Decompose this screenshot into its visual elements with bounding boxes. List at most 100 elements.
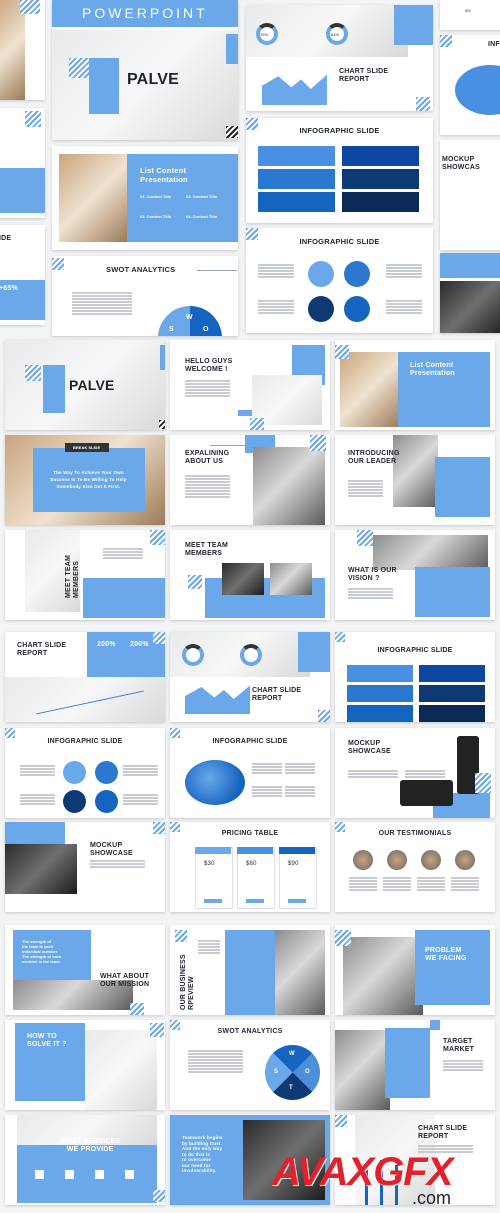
slide-services[interactable]: WHAT SERVICES WE PROVIDE — [5, 1115, 165, 1205]
text-placeholder-line — [451, 886, 479, 888]
collage-slide-right-page[interactable]: 5/5 — [440, 0, 500, 30]
watermark-suffix: .com — [412, 1188, 452, 1208]
slide-title: PALVE — [69, 377, 115, 393]
collage-slide-chart[interactable]: 75% 64% CHART SLIDE REPORT — [246, 5, 433, 111]
photo — [5, 677, 165, 722]
service-icon — [125, 1170, 134, 1179]
photo — [343, 937, 423, 1015]
infographic-block — [258, 169, 335, 189]
collage-slide-infographic[interactable]: INFOGRAPHIC SLIDE — [246, 118, 433, 223]
collage-slide-left-photo[interactable] — [0, 0, 45, 100]
text-placeholder-line — [451, 877, 479, 879]
slide-infographic-blocks[interactable]: INFOGRAPHIC SLIDE — [335, 632, 495, 722]
text-placeholder-line — [72, 313, 132, 315]
slide-meet-team-vertical[interactable]: MEET TEAM MEMBERS — [5, 530, 165, 620]
infographic-block — [258, 146, 335, 166]
text-placeholder-line — [418, 1145, 473, 1147]
slide-pricing-table[interactable]: PRICING TABLE $30 $60 $90 — [170, 822, 330, 912]
hatch-pattern — [5, 728, 15, 738]
text-placeholder-line — [348, 486, 383, 488]
slide-chart-report-area[interactable]: CHART SLIDE REPORT — [170, 632, 330, 722]
collage-slide-left-chart[interactable]: IDE +65% — [0, 225, 45, 325]
select-button — [288, 899, 306, 903]
collage-slide-infographic-circles[interactable]: INFOGRAPHIC SLIDE — [246, 228, 433, 333]
slide-title: List Content Presentation — [140, 166, 188, 184]
swot-circle — [253, 1033, 330, 1110]
text-placeholder-line — [417, 877, 445, 879]
text-placeholder-line — [90, 863, 145, 865]
text-placeholder-line — [252, 763, 282, 765]
collage-slide-powerpoint[interactable]: POWERPOINT PALVE — [52, 0, 238, 140]
photo — [85, 1030, 157, 1110]
text-placeholder-line — [443, 1060, 483, 1062]
text-placeholder-line — [348, 776, 398, 778]
slide-infographic-circles[interactable]: INFOGRAPHIC SLIDE — [5, 728, 165, 818]
service-icon — [35, 1170, 44, 1179]
collage-slide-right-photo[interactable] — [440, 253, 500, 333]
slide-target-market[interactable]: TARGET MARKET — [335, 1020, 495, 1110]
slide-how-to-solve[interactable]: HOW TO SOLVE IT ? — [5, 1020, 165, 1110]
text-placeholder-line — [405, 776, 445, 778]
swot-letter: W — [289, 1051, 295, 1057]
text-placeholder-line — [417, 886, 445, 888]
slide-title: WHAT IS OUR VISION ? — [348, 567, 397, 582]
hatch-pattern — [150, 1023, 164, 1037]
hatch-pattern — [335, 632, 345, 642]
text-placeholder-line — [185, 392, 230, 394]
slide-break-slide[interactable]: BREAK SLIDE The Way To Achieve Your Own S… — [5, 435, 165, 525]
slide-meet-team-members[interactable]: MEET TEAM MEMBERS — [170, 530, 330, 620]
text-placeholder-line — [349, 886, 377, 888]
blue-panel — [43, 365, 65, 413]
text-placeholder-line — [383, 877, 411, 879]
collage-slide-swot[interactable]: SWOT ANALYTICS W S O — [52, 256, 238, 336]
select-button — [246, 899, 264, 903]
infographic-circle — [308, 261, 334, 287]
text-placeholder-line — [348, 489, 383, 491]
text-placeholder-line — [386, 303, 422, 305]
hatch-pattern — [335, 1115, 347, 1127]
break-label: BREAK SLIDE — [73, 445, 101, 450]
text-placeholder-line — [185, 490, 230, 492]
collage-slide-right-mockup[interactable]: MOCKUP SHOWCAS — [440, 140, 500, 250]
slide-hello-welcome[interactable]: HELLO GUYS WELCOME ! — [170, 340, 330, 430]
slide-swot-analytics[interactable]: SWOT ANALYTICS W S O T — [170, 1020, 330, 1110]
collage-slide-right-infographic[interactable]: INF — [440, 35, 500, 135]
slide-mockup-phone[interactable]: MOCKUP SHOWCASE — [335, 728, 495, 818]
slide-title: MEET TEAM MEMBERS — [65, 554, 80, 598]
hatch-pattern — [159, 420, 165, 429]
photo — [270, 563, 312, 595]
text-placeholder-line — [185, 395, 230, 397]
text-placeholder-line — [185, 487, 230, 489]
slide-list-content[interactable]: List Content Presentation — [335, 340, 495, 430]
hatch-pattern — [335, 345, 349, 359]
collage-slide-list-content[interactable]: List Content Presentation 01. Content Tit… — [52, 146, 238, 250]
text-placeholder-line — [258, 309, 294, 311]
collage-slide-left-info[interactable] — [0, 108, 45, 218]
photo — [222, 563, 264, 595]
slide-palve[interactable]: PALVE — [5, 340, 165, 430]
text-placeholder-line — [348, 588, 393, 590]
hatch-pattern — [440, 35, 452, 47]
slide-problem-facing[interactable]: PROBLEM WE FACING — [335, 925, 495, 1015]
swot-letter: O — [305, 1069, 310, 1075]
text-placeholder-line — [20, 800, 55, 802]
avatar — [455, 850, 475, 870]
text-placeholder-line — [258, 270, 294, 272]
slide-chart-report-stats[interactable]: CHART SLIDE REPORT 200% 200% — [5, 632, 165, 722]
donut-chart — [182, 644, 204, 666]
slide-testimonials[interactable]: OUR TESTIMONIALS — [335, 822, 495, 912]
slide-explaining-about-us[interactable]: EXPALINING ABOUT US — [170, 435, 330, 525]
text-placeholder-line — [185, 478, 230, 480]
slide-mission[interactable]: The strength of the team is each individ… — [5, 925, 165, 1015]
slide-business-review[interactable]: OUR BUSINESS RPEVIEW — [170, 925, 330, 1015]
avatar — [421, 850, 441, 870]
text-placeholder-line — [386, 306, 422, 308]
text-placeholder-line — [451, 889, 479, 891]
slide-mockup-monitor[interactable]: MOCKUP SHOWCASE — [5, 822, 165, 912]
text-placeholder-line — [258, 306, 294, 308]
slide-introducing-leader[interactable]: INTRODUCING OUR LEADER — [335, 435, 495, 525]
slide-infographic-puzzle[interactable]: INFOGRAPHIC SLIDE — [170, 728, 330, 818]
infographic-circle — [63, 761, 86, 784]
slide-vision[interactable]: WHAT IS OUR VISION ? — [335, 530, 495, 620]
text-placeholder-line — [198, 949, 220, 951]
